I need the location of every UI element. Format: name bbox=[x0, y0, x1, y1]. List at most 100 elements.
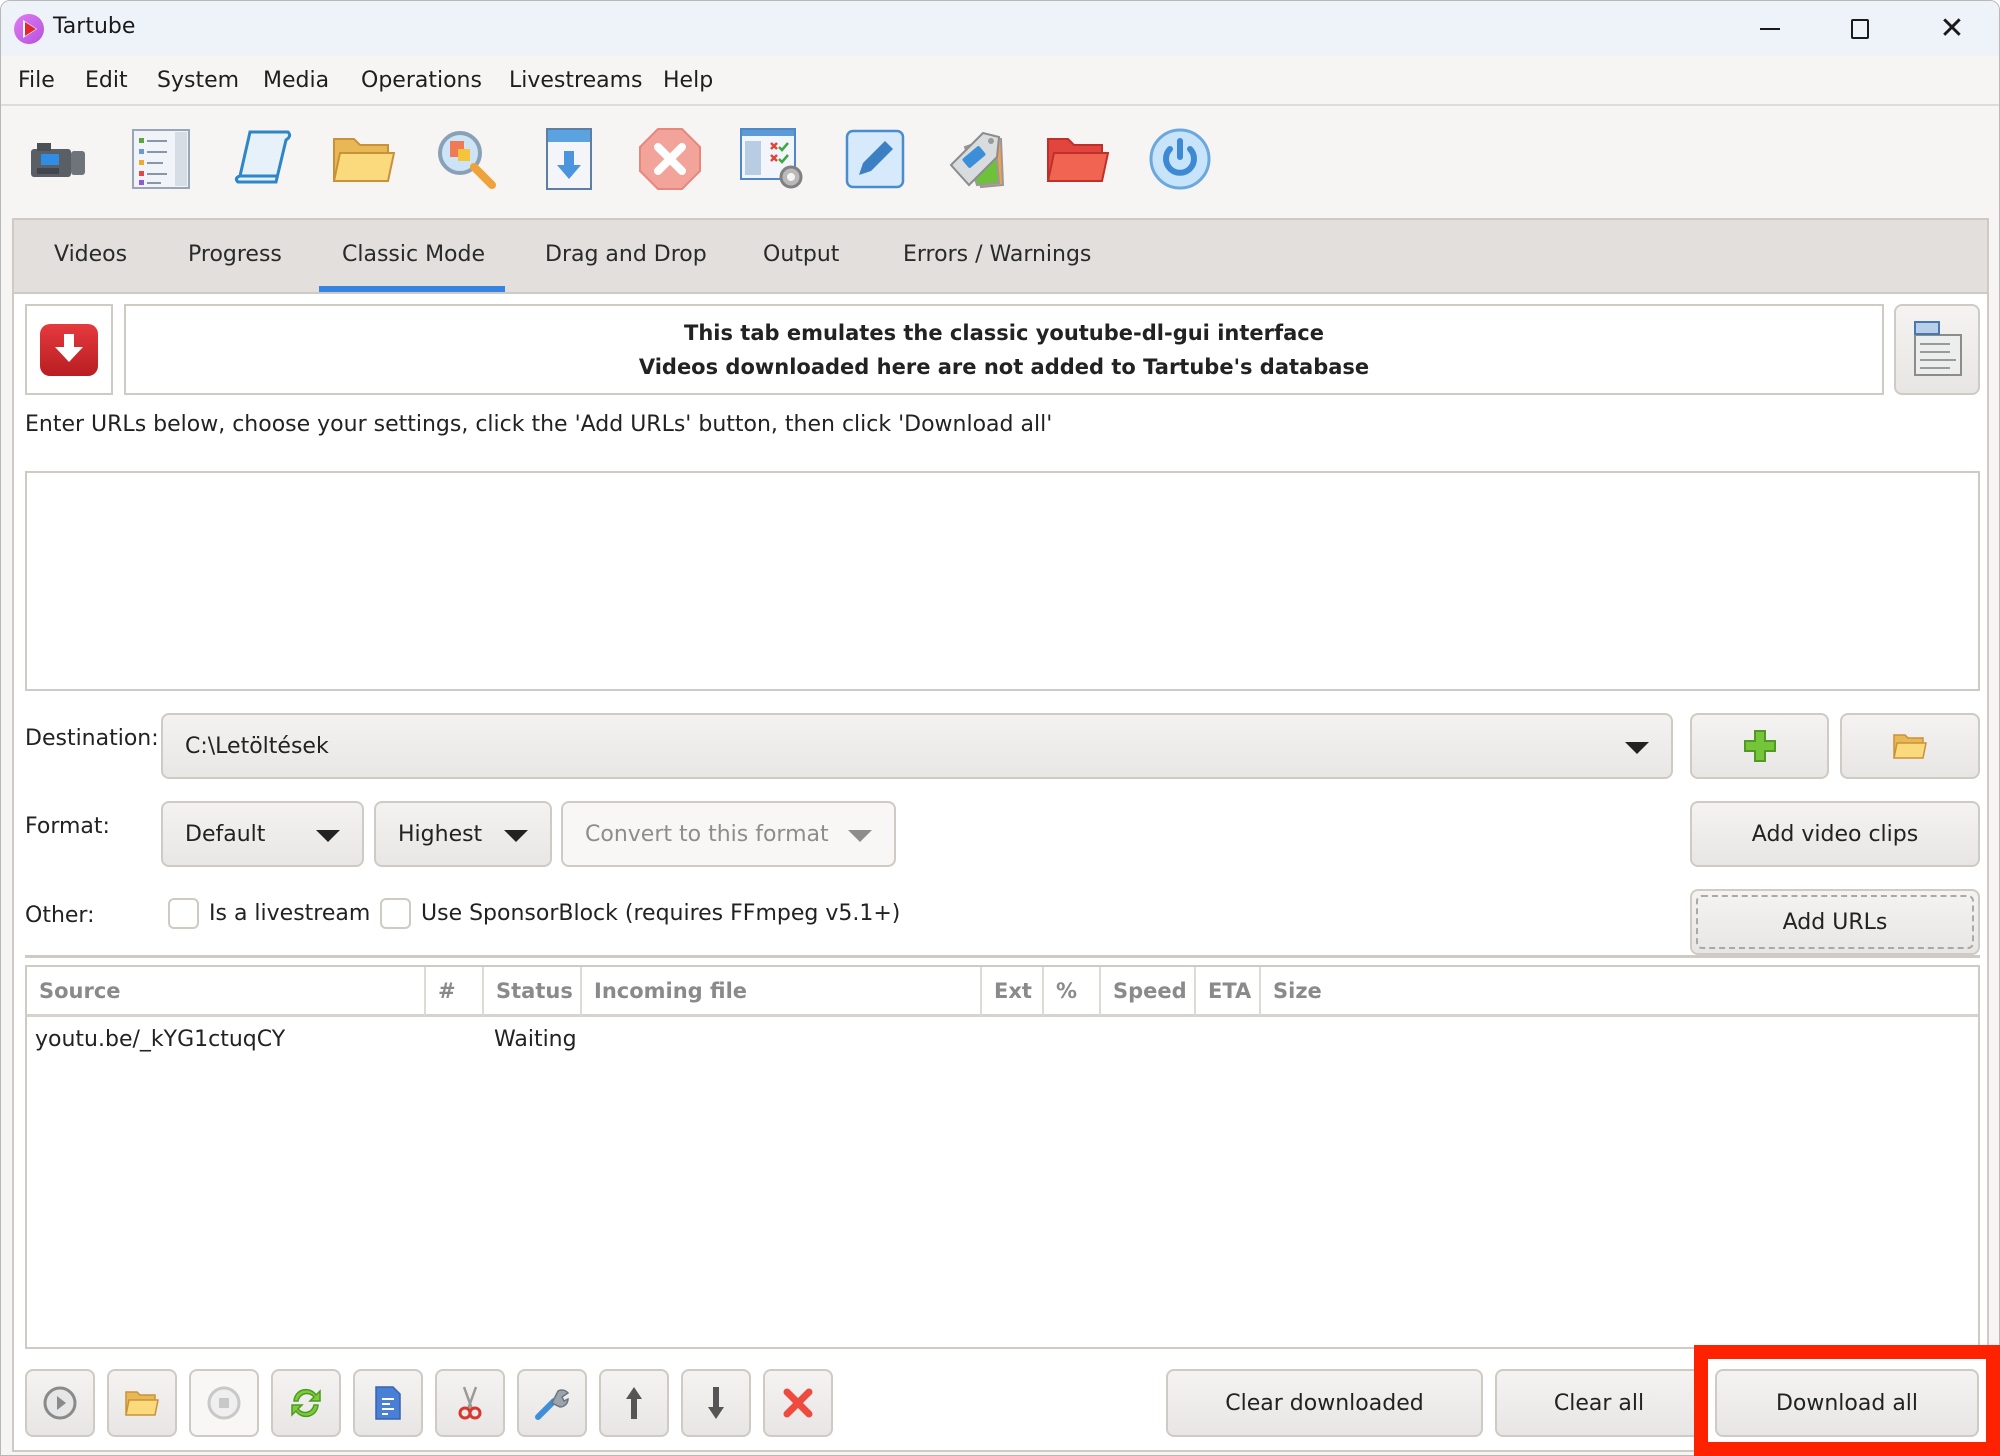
red-download-icon bbox=[40, 323, 98, 376]
banner-line-1: This tab emulates the classic youtube-dl… bbox=[684, 320, 1324, 345]
play-icon bbox=[43, 1386, 77, 1420]
tab-classic-mode[interactable]: Classic Mode bbox=[342, 242, 485, 267]
convert-format-placeholder: Convert to this format bbox=[585, 821, 829, 847]
stop-icon[interactable] bbox=[634, 123, 706, 195]
banner-line-2: Videos downloaded here are not added to … bbox=[638, 354, 1370, 379]
video-list-icon[interactable] bbox=[125, 123, 197, 195]
checkbox-box[interactable] bbox=[380, 898, 411, 929]
sponsorblock-checkbox-label: Use SponsorBlock (requires FFmpeg v5.1+) bbox=[421, 901, 901, 926]
column-header-percent[interactable]: % bbox=[1044, 967, 1101, 1015]
refresh-button[interactable] bbox=[271, 1369, 341, 1437]
folder-icon[interactable] bbox=[328, 123, 400, 195]
chevron-down-icon bbox=[504, 830, 528, 842]
browse-destination-button[interactable] bbox=[1840, 713, 1980, 779]
close-icon: ✕ bbox=[1939, 10, 1965, 46]
menu-system[interactable]: System bbox=[157, 68, 239, 93]
column-header-speed[interactable]: Speed bbox=[1101, 967, 1196, 1015]
move-up-button[interactable] bbox=[599, 1369, 669, 1437]
chevron-down-icon bbox=[316, 830, 340, 842]
maximize-icon bbox=[1851, 18, 1869, 39]
tab-strip: Videos Progress Classic Mode Drag and Dr… bbox=[14, 220, 1987, 294]
destination-combo[interactable]: C:\Letöltések bbox=[161, 713, 1673, 779]
tab-videos[interactable]: Videos bbox=[54, 242, 127, 267]
format-combo[interactable]: Default bbox=[161, 801, 364, 867]
document-icon bbox=[375, 1386, 401, 1420]
add-urls-button[interactable]: Add URLs bbox=[1690, 889, 1980, 955]
document-button[interactable] bbox=[353, 1369, 423, 1437]
url-input[interactable] bbox=[25, 471, 1980, 691]
cut-button[interactable] bbox=[435, 1369, 505, 1437]
arrow-down-icon bbox=[708, 1387, 724, 1419]
refresh-icon bbox=[291, 1388, 321, 1418]
classic-menu-button[interactable] bbox=[1894, 304, 1980, 395]
maximize-button[interactable] bbox=[1815, 1, 1905, 56]
tab-progress[interactable]: Progress bbox=[188, 242, 282, 267]
livestream-checkbox[interactable]: Is a livestream bbox=[168, 898, 370, 929]
window-title: Tartube bbox=[53, 14, 136, 39]
red-folder-icon[interactable] bbox=[1042, 123, 1114, 195]
move-down-button[interactable] bbox=[681, 1369, 751, 1437]
menu-livestreams[interactable]: Livestreams bbox=[509, 68, 642, 93]
column-header-status[interactable]: Status bbox=[484, 967, 582, 1015]
menu-operations[interactable]: Operations bbox=[361, 68, 482, 93]
scissors-icon bbox=[458, 1386, 482, 1420]
chevron-down-icon bbox=[848, 830, 872, 842]
column-header-number[interactable]: # bbox=[426, 967, 484, 1015]
title-bar: Tartube ✕ bbox=[1, 1, 1999, 56]
convert-format-combo[interactable]: Convert to this format bbox=[561, 801, 896, 867]
clear-all-button[interactable]: Clear all bbox=[1495, 1369, 1703, 1437]
tartube-logo-icon bbox=[14, 14, 44, 44]
classic-mode-banner-icon bbox=[25, 304, 113, 395]
tab-output[interactable]: Output bbox=[763, 242, 839, 267]
stop-icon bbox=[207, 1386, 241, 1420]
sponsorblock-checkbox[interactable]: Use SponsorBlock (requires FFmpeg v5.1+) bbox=[380, 898, 900, 929]
tartube-window: Tartube ✕ File Edit System Media Operati… bbox=[0, 0, 2000, 1456]
column-header-size[interactable]: Size bbox=[1261, 967, 1980, 1015]
row-source: youtu.be/_kYG1ctuqCY bbox=[35, 1027, 286, 1052]
classic-mode-banner: This tab emulates the classic youtube-dl… bbox=[124, 304, 1884, 395]
download-icon[interactable] bbox=[533, 123, 605, 195]
close-button[interactable]: ✕ bbox=[1907, 1, 1997, 56]
play-button[interactable] bbox=[25, 1369, 95, 1437]
tags-icon[interactable] bbox=[941, 123, 1013, 195]
active-tab-indicator bbox=[319, 286, 505, 292]
tab-errors-warnings[interactable]: Errors / Warnings bbox=[903, 242, 1091, 267]
quality-combo[interactable]: Highest bbox=[374, 801, 552, 867]
power-icon[interactable] bbox=[1144, 123, 1216, 195]
format-value: Default bbox=[185, 821, 266, 847]
stop-button[interactable] bbox=[189, 1369, 259, 1437]
menu-file[interactable]: File bbox=[18, 68, 55, 93]
edit-pencil-icon[interactable] bbox=[839, 123, 911, 195]
open-folder-icon bbox=[1893, 734, 1927, 759]
column-header-eta[interactable]: ETA bbox=[1196, 967, 1261, 1015]
wrench-icon bbox=[535, 1389, 570, 1420]
checkbox-box[interactable] bbox=[168, 898, 199, 929]
minimize-button[interactable] bbox=[1725, 1, 1815, 56]
column-header-incoming-file[interactable]: Incoming file bbox=[582, 967, 982, 1015]
menu-help[interactable]: Help bbox=[663, 68, 713, 93]
column-header-source[interactable]: Source bbox=[27, 967, 426, 1015]
other-label: Other: bbox=[25, 903, 95, 928]
destination-label: Destination: bbox=[25, 726, 159, 751]
menu-edit[interactable]: Edit bbox=[85, 68, 128, 93]
magnifier-icon[interactable] bbox=[430, 123, 502, 195]
video-camera-icon[interactable] bbox=[23, 123, 95, 195]
download-all-button[interactable]: Download all bbox=[1715, 1369, 1979, 1437]
chevron-down-icon bbox=[1625, 742, 1649, 754]
row-status: Waiting bbox=[494, 1027, 577, 1052]
add-destination-button[interactable] bbox=[1690, 713, 1829, 779]
plus-icon bbox=[1743, 730, 1776, 762]
checklist-settings-icon[interactable] bbox=[736, 123, 808, 195]
clear-downloaded-button[interactable]: Clear downloaded bbox=[1166, 1369, 1483, 1437]
column-header-ext[interactable]: Ext bbox=[982, 967, 1044, 1015]
menu-media[interactable]: Media bbox=[263, 68, 329, 93]
remove-button[interactable] bbox=[763, 1369, 833, 1437]
open-folder-icon bbox=[125, 1391, 159, 1416]
open-folder-button[interactable] bbox=[107, 1369, 177, 1437]
separator bbox=[25, 955, 1980, 958]
scroll-icon[interactable] bbox=[227, 123, 299, 195]
add-video-clips-button[interactable]: Add video clips bbox=[1690, 801, 1980, 867]
settings-button[interactable] bbox=[517, 1369, 587, 1437]
destination-value: C:\Letöltések bbox=[185, 733, 329, 759]
tab-drag-and-drop[interactable]: Drag and Drop bbox=[545, 242, 707, 267]
